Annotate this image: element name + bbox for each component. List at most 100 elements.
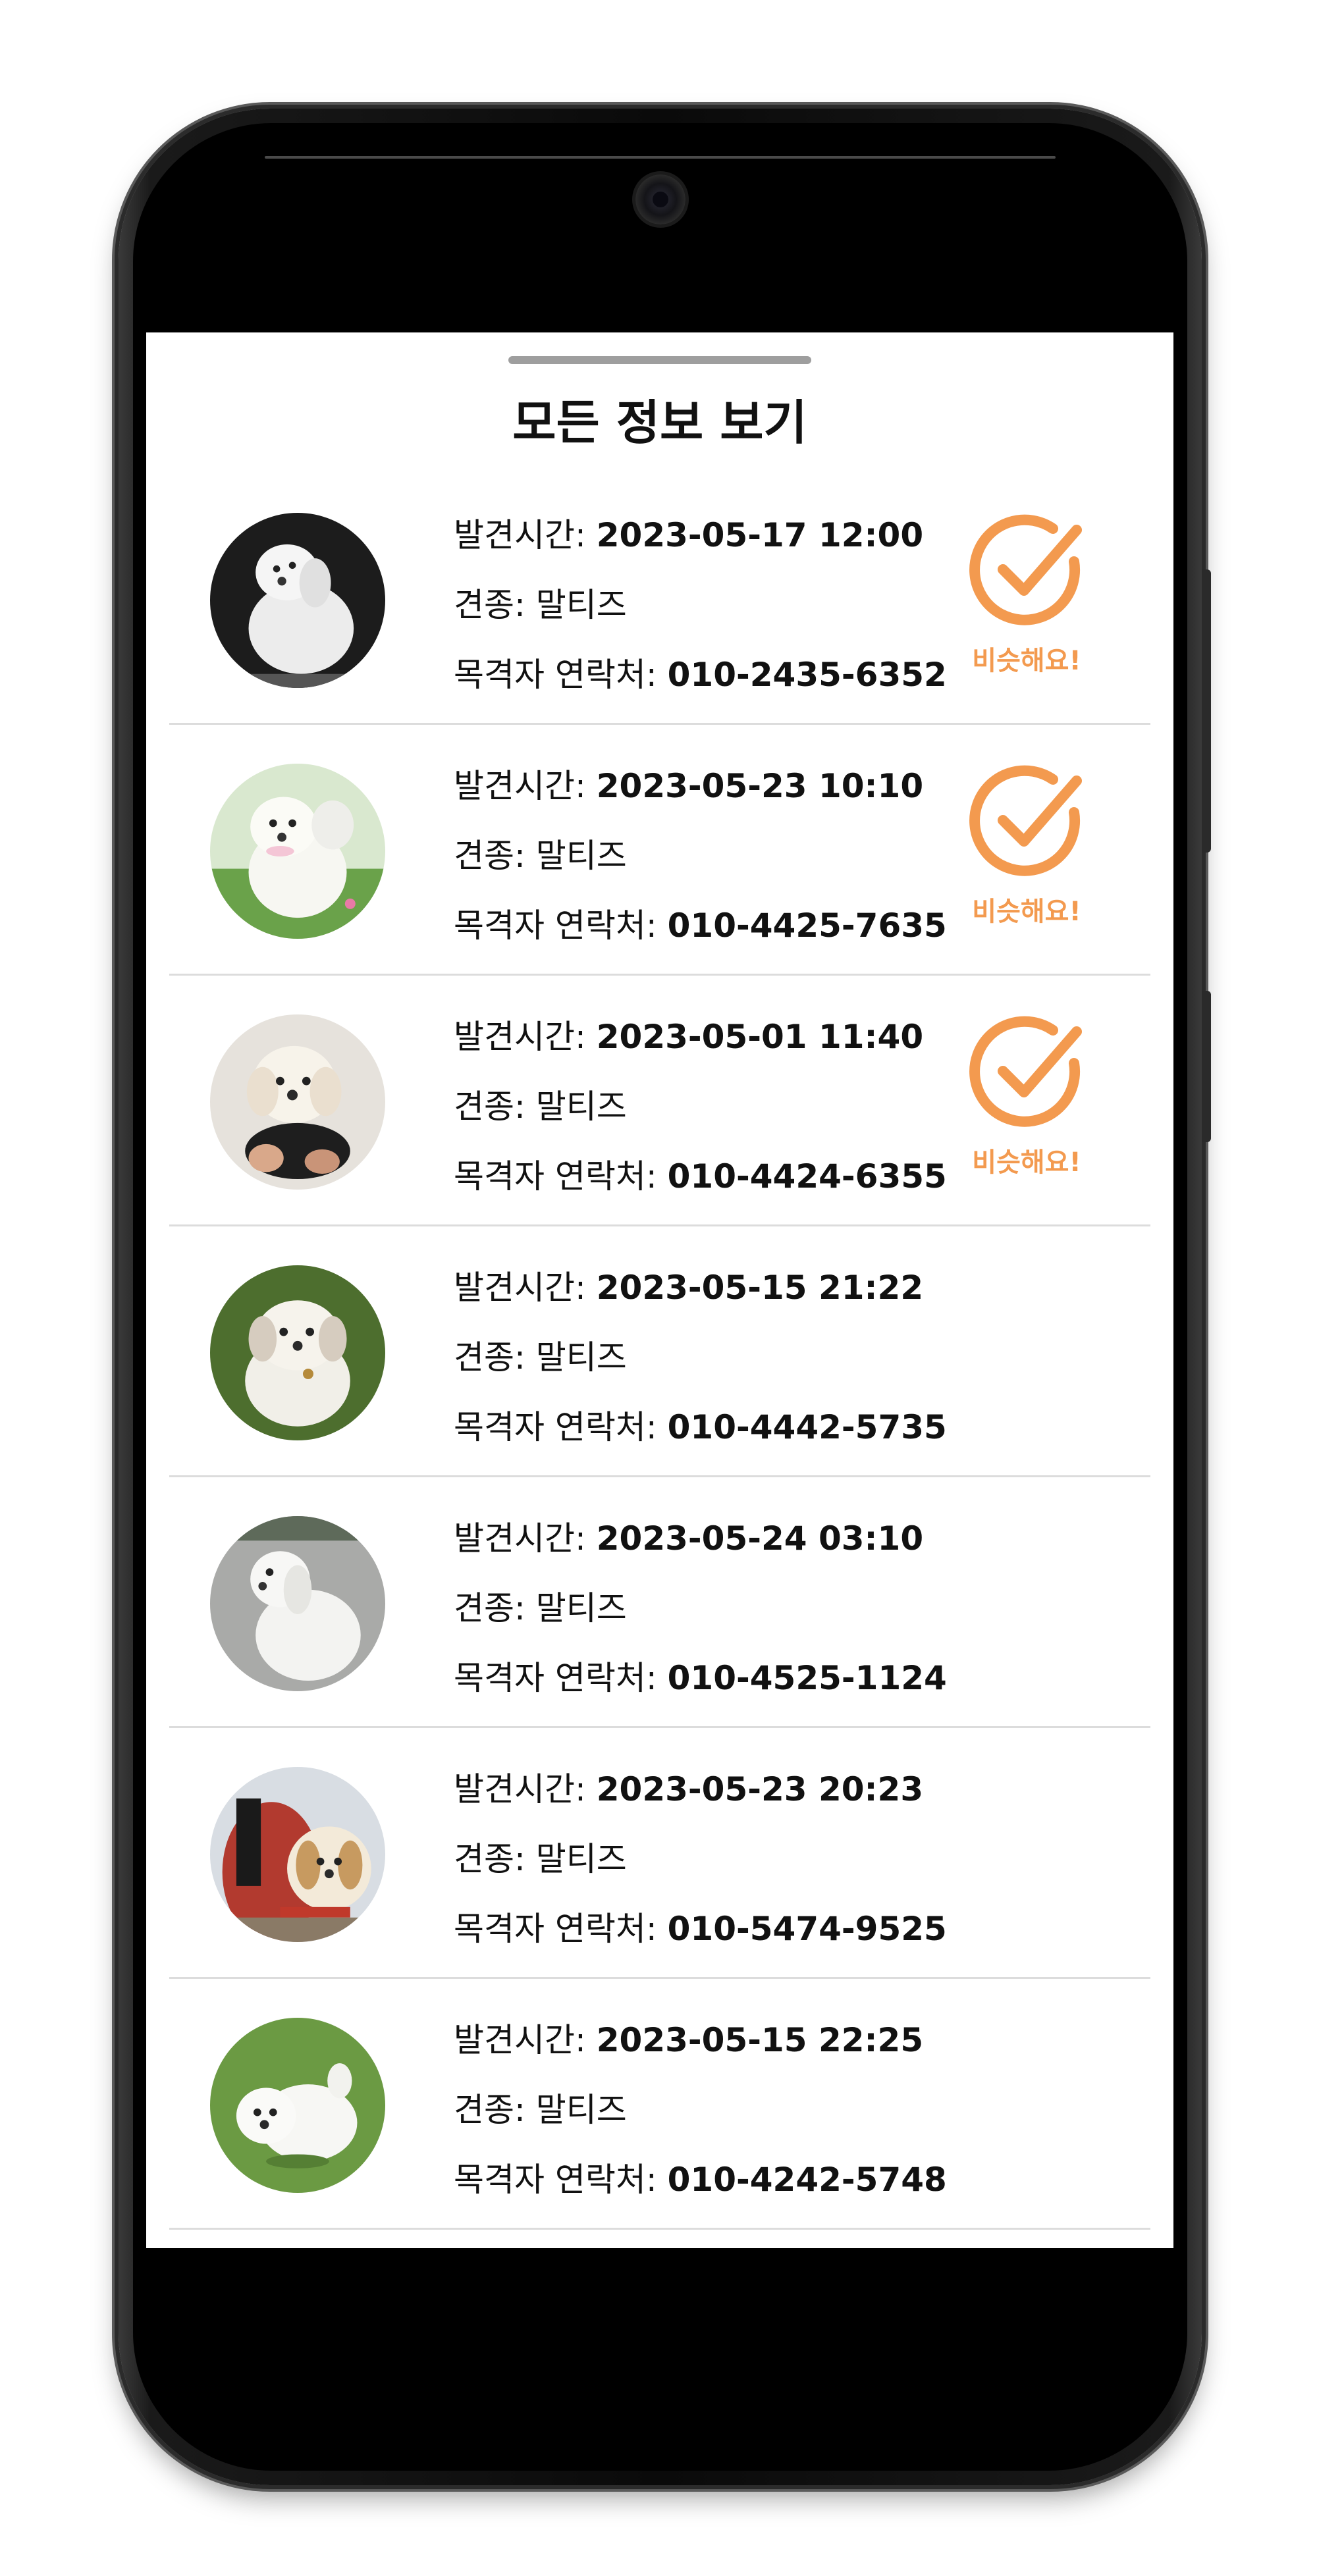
found-time-label: 발견시간: [454, 2021, 597, 2059]
breed-line: 견종: 말티즈 [454, 1573, 947, 1643]
witness-contact-label: 목격자 연락처: [454, 656, 668, 694]
found-time-value: 2023-05-15 21:22 [596, 1269, 924, 1307]
sighting-list-item[interactable]: 발견시간: 2023-05-23 20:23 견종: 말티즈 목격자 연락처: … [169, 1728, 1150, 1979]
sighting-info: 발견시간: 2023-05-15 21:22 견종: 말티즈 목격자 연락처: … [454, 1253, 947, 1462]
breed-value: 말티즈 [535, 586, 627, 624]
found-time-value: 2023-05-24 03:10 [596, 1519, 924, 1558]
breed-value: 말티즈 [535, 837, 627, 875]
found-time-value: 2023-05-23 10:10 [596, 767, 924, 805]
witness-contact-line: 목격자 연락처: 010-5474-9525 [454, 1894, 947, 1964]
breed-label: 견종: [454, 1088, 536, 1126]
check-circle-icon [969, 1016, 1082, 1127]
found-time-line: 발견시간: 2023-05-17 12:00 [454, 500, 947, 570]
breed-value: 말티즈 [535, 1088, 627, 1126]
witness-contact-value: 010-2435-6352 [667, 656, 947, 694]
dog-photo-dark-bg [210, 513, 385, 688]
breed-label: 견종: [454, 837, 536, 875]
sighting-info: 발견시간: 2023-05-15 22:25 견종: 말티즈 목격자 연락처: … [454, 2005, 947, 2215]
breed-line: 견종: 말티즈 [454, 570, 947, 640]
found-time-line: 발견시간: 2023-05-23 10:10 [454, 751, 947, 821]
sighting-info: 발견시간: 2023-05-23 10:10 견종: 말티즈 목격자 연락처: … [454, 751, 947, 960]
sighting-list-item[interactable]: 발견시간: 2023-05-24 03:10 견종: 말티즈 목격자 연락처: … [169, 1477, 1150, 1728]
witness-contact-value: 010-4442-5735 [667, 1408, 947, 1446]
similar-label: 비슷해요! [972, 646, 1081, 676]
dog-photo-held [210, 1014, 385, 1190]
witness-contact-value: 010-4242-5748 [667, 2161, 947, 2199]
bottom-sheet: 모든 정보 보기 발견시간: 2023-05-17 12:00 견종: 말티즈 … [146, 332, 1173, 2248]
sighting-info: 발견시간: 2023-05-17 12:00 견종: 말티즈 목격자 연락처: … [454, 500, 947, 710]
sheet-drag-handle[interactable] [508, 356, 811, 364]
similar-label: 비슷해요! [972, 897, 1081, 927]
witness-contact-label: 목격자 연락처: [454, 1659, 668, 1697]
witness-contact-value: 010-4424-6355 [667, 1157, 947, 1196]
breed-label: 견종: [454, 1840, 536, 1878]
breed-line: 견종: 말티즈 [454, 1323, 947, 1392]
witness-contact-line: 목격자 연락처: 010-4242-5748 [454, 2145, 947, 2215]
found-time-label: 발견시간: [454, 1519, 597, 1558]
found-time-line: 발견시간: 2023-05-24 03:10 [454, 1504, 947, 1573]
found-time-value: 2023-05-01 11:40 [596, 1018, 924, 1056]
found-time-label: 발견시간: [454, 1269, 597, 1307]
found-time-value: 2023-05-17 12:00 [596, 516, 924, 554]
witness-contact-line: 목격자 연락처: 010-4442-5735 [454, 1392, 947, 1462]
found-time-label: 발견시간: [454, 516, 597, 554]
breed-label: 견종: [454, 586, 536, 624]
dog-photo-pavement [210, 1516, 385, 1691]
sighting-list-item[interactable]: 발견시간: 2023-05-23 10:10 견종: 말티즈 목격자 연락처: … [169, 725, 1150, 976]
dog-photo-grass [210, 764, 385, 939]
witness-contact-line: 목격자 연락처: 010-4425-7635 [454, 891, 947, 960]
similar-label: 비슷해요! [972, 1147, 1081, 1178]
sighting-list-item[interactable]: 발견시간: 2023-05-01 11:40 견종: 말티즈 목격자 연락처: … [169, 976, 1150, 1226]
stage: 모든 정보 보기 발견시간: 2023-05-17 12:00 견종: 말티즈 … [0, 0, 1317, 2576]
witness-contact-value: 010-4525-1124 [667, 1659, 947, 1697]
similar-button[interactable]: 비슷해요! [944, 754, 1109, 928]
found-time-label: 발견시간: [454, 767, 597, 805]
found-time-line: 발견시간: 2023-05-15 22:25 [454, 2005, 947, 2075]
witness-contact-line: 목격자 연락처: 010-4525-1124 [454, 1643, 947, 1713]
witness-contact-label: 목격자 연락처: [454, 1408, 668, 1446]
witness-contact-value: 010-4425-7635 [667, 907, 947, 945]
breed-value: 말티즈 [535, 2091, 627, 2129]
dog-photo-grass-2 [210, 1265, 385, 1440]
breed-value: 말티즈 [535, 1589, 627, 1627]
breed-line: 견종: 말티즈 [454, 821, 947, 891]
dog-photo-red-coat [210, 1767, 385, 1942]
found-time-value: 2023-05-15 22:25 [596, 2021, 924, 2059]
sighting-info: 발견시간: 2023-05-01 11:40 견종: 말티즈 목격자 연락처: … [454, 1002, 947, 1211]
power-button [1202, 991, 1211, 1142]
witness-contact-value: 010-5474-9525 [667, 1910, 947, 1948]
found-time-value: 2023-05-23 20:23 [596, 1770, 924, 1808]
breed-line: 견종: 말티즈 [454, 1072, 947, 1142]
breed-value: 말티즈 [535, 1338, 627, 1377]
found-time-line: 발견시간: 2023-05-15 21:22 [454, 1253, 947, 1323]
sighting-list-item[interactable]: 발견시간: 2023-05-17 12:00 견종: 말티즈 목격자 연락처: … [169, 474, 1150, 725]
similar-button[interactable]: 비슷해요! [944, 1005, 1109, 1179]
witness-contact-label: 목격자 연락처: [454, 2161, 668, 2199]
sighting-list-item[interactable]: 발견시간: 2023-05-15 22:25 견종: 말티즈 목격자 연락처: … [169, 1979, 1150, 2230]
breed-line: 견종: 말티즈 [454, 2075, 947, 2145]
dog-photo-lawn [210, 2018, 385, 2193]
breed-label: 견종: [454, 1338, 536, 1377]
found-time-line: 발견시간: 2023-05-23 20:23 [454, 1754, 947, 1824]
sighting-list: 발견시간: 2023-05-17 12:00 견종: 말티즈 목격자 연락처: … [169, 474, 1150, 2230]
breed-value: 말티즈 [535, 1840, 627, 1878]
sighting-list-item[interactable]: 발견시간: 2023-05-15 21:22 견종: 말티즈 목격자 연락처: … [169, 1226, 1150, 1477]
check-circle-icon [969, 514, 1082, 625]
found-time-line: 발견시간: 2023-05-01 11:40 [454, 1002, 947, 1072]
sighting-info: 발견시간: 2023-05-23 20:23 견종: 말티즈 목격자 연락처: … [454, 1754, 947, 1964]
breed-line: 견종: 말티즈 [454, 1824, 947, 1894]
witness-contact-line: 목격자 연락처: 010-4424-6355 [454, 1142, 947, 1211]
breed-label: 견종: [454, 2091, 536, 2129]
sheet-title: 모든 정보 보기 [512, 395, 807, 450]
volume-button [1202, 569, 1211, 853]
speaker-grille [265, 156, 1056, 159]
found-time-label: 발견시간: [454, 1018, 597, 1056]
witness-contact-label: 목격자 연락처: [454, 1157, 668, 1196]
witness-contact-label: 목격자 연락처: [454, 907, 668, 945]
witness-contact-line: 목격자 연락처: 010-2435-6352 [454, 640, 947, 710]
similar-button[interactable]: 비슷해요! [944, 504, 1109, 677]
sighting-info: 발견시간: 2023-05-24 03:10 견종: 말티즈 목격자 연락처: … [454, 1504, 947, 1713]
found-time-label: 발견시간: [454, 1770, 597, 1808]
witness-contact-label: 목격자 연락처: [454, 1910, 668, 1948]
check-circle-icon [969, 765, 1082, 876]
